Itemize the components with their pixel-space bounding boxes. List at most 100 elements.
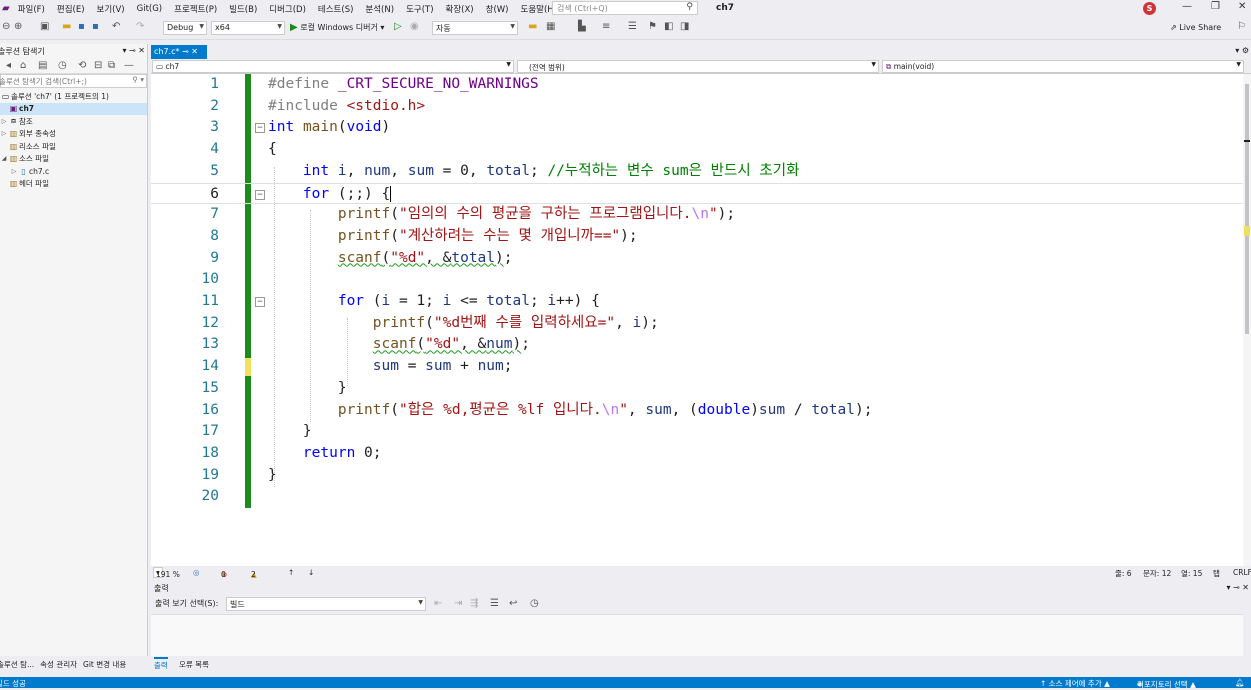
hot-reload-icon[interactable]: ◉ <box>410 21 419 32</box>
menu-project[interactable]: 프로젝트(P) <box>168 3 223 15</box>
switch-view-icon[interactable]: ▤ <box>38 60 47 71</box>
word-wrap-icon[interactable]: ↩ <box>509 598 517 609</box>
tab-overflow-icon[interactable]: ▾ ⚙ <box>1235 46 1249 55</box>
bookmark-prev-icon[interactable]: ◧ <box>664 21 673 32</box>
arrow-up-icon[interactable]: ↑ <box>288 568 294 577</box>
menu-view[interactable]: 보기(V) <box>91 3 131 15</box>
tree-file-ch7c[interactable]: ▷ ▯ ch7.c <box>0 165 147 178</box>
tab-error-list[interactable]: 오류 목록 <box>179 659 209 670</box>
menu-build[interactable]: 빌드(B) <box>223 3 263 15</box>
clear-all-icon[interactable]: ☰ <box>490 598 499 609</box>
menu-file[interactable]: 파일(F) <box>12 3 51 15</box>
nav-project-select[interactable]: ▭ ch7 ▼ <box>152 60 514 73</box>
close-icon[interactable]: ✕ <box>1238 1 1246 12</box>
undo-icon[interactable]: ↶ <box>112 21 120 32</box>
menu-edit[interactable]: 편집(E) <box>51 3 91 15</box>
tree-header-files[interactable]: ▥ 헤더 파일 <box>0 178 147 191</box>
properties-icon[interactable]: — <box>124 60 134 71</box>
add-to-source-control[interactable]: ↑ 소스 제어에 추가 ▲ <box>1040 678 1110 689</box>
clock-icon[interactable]: ◷ <box>530 598 539 609</box>
sync-icon[interactable]: ◷ <box>58 60 67 71</box>
back-icon[interactable]: ◂ <box>6 60 11 71</box>
menu-extensions[interactable]: 확장(X) <box>440 3 480 15</box>
tree-project[interactable]: ▣ ch7 <box>0 102 147 115</box>
bookmark-icon[interactable]: ⚑ <box>648 21 657 32</box>
output-content[interactable] <box>151 614 1243 656</box>
minimize-icon[interactable]: — <box>1182 1 1192 12</box>
start-without-debug-icon[interactable]: ▷ <box>394 21 402 32</box>
solution-search-input[interactable]: 솔루션 탐색기 검색(Ctrl+;) ⚲ ▾ <box>0 74 147 88</box>
forward-icon[interactable]: ⊕ <box>14 21 22 32</box>
maximize-icon[interactable]: ❐ <box>1211 1 1220 12</box>
output-source-select[interactable]: 빌드 ▼ <box>226 597 426 611</box>
close-icon[interactable]: ✕ <box>191 47 198 56</box>
tab-output[interactable]: 출력 <box>154 657 168 671</box>
menu-window[interactable]: 창(W) <box>480 3 515 15</box>
config-select[interactable]: Debug ▼ <box>163 21 207 35</box>
tab-solution-explorer[interactable]: 솔루션 탐... <box>0 659 37 670</box>
feedback-icon[interactable]: ⚐ <box>1237 21 1246 32</box>
zoom-select[interactable]: 191 % ▾ <box>153 567 180 579</box>
nav-member-value: main(void) <box>893 62 935 71</box>
nav-scope-select[interactable]: (전역 범위) ▼ <box>517 60 879 73</box>
menu-debug[interactable]: 디버그(D) <box>263 3 312 15</box>
line-code: for (;;) { <box>302 185 392 202</box>
save-icon[interactable]: ▪ <box>78 21 85 32</box>
line-ending[interactable]: CRLF <box>1233 568 1251 577</box>
collapse-icon[interactable]: − <box>255 297 265 307</box>
nav-member-select[interactable]: ⧉ main(void) ▼ <box>882 60 1244 73</box>
menu-test[interactable]: 테스트(S) <box>312 3 360 15</box>
arrow-down-icon[interactable]: ↓ <box>308 568 314 577</box>
editor-scrollbar[interactable] <box>1243 74 1251 566</box>
show-all-icon[interactable]: ⧉ <box>108 60 115 71</box>
next-message-icon[interactable]: ⇥ <box>454 598 462 609</box>
refresh-icon[interactable]: ⟲ <box>78 60 86 71</box>
collapse-icon[interactable]: ⊟ <box>94 60 102 71</box>
pin-icon[interactable]: ⊸ <box>182 47 189 56</box>
tab-ch7c[interactable]: ch7.c* ⊸ ✕ <box>151 45 207 59</box>
tree-source-files[interactable]: ◢ ▥ 소스 파일 <box>0 153 147 166</box>
prev-message-icon[interactable]: ⇤ <box>434 598 442 609</box>
auto-select[interactable]: 자동 ▼ <box>432 21 518 35</box>
tab-mode[interactable]: 탭 <box>1213 568 1220 579</box>
intellisense-icon[interactable]: ◎ <box>193 568 200 577</box>
bookmark-next-icon[interactable]: ◨ <box>680 21 689 32</box>
tab-git-changes[interactable]: Git 변경 내용 <box>80 659 129 670</box>
redo-icon[interactable]: ↷ <box>136 21 144 32</box>
menu-git[interactable]: Git(G) <box>131 4 169 14</box>
scrollbar-thumb[interactable] <box>1245 84 1249 334</box>
collapse-icon[interactable]: − <box>255 189 265 200</box>
solution-explorer: 솔루션 탐색기 ▾ ⊸ ✕ ◂ ⌂ ▤ ◷ ⟲ ⊟ ⧉ — 솔루션 탐색기 검색… <box>0 44 148 656</box>
tree-resource-files[interactable]: ▥ 리소스 파일 <box>0 140 147 153</box>
open-folder-icon[interactable]: ▬ <box>62 21 71 32</box>
layout-icon[interactable]: ▦ <box>546 21 555 32</box>
c-file-icon: ▯ <box>21 166 26 176</box>
notifications-icon[interactable]: 🔔︎ <box>1235 678 1245 687</box>
search-input[interactable]: 검색 (Ctrl+Q) ⚲ <box>552 1 698 15</box>
menu-tools[interactable]: 도구(T) <box>400 3 439 15</box>
folder-icon[interactable]: ▬ <box>528 21 537 32</box>
tree-solution[interactable]: ▭ 솔루션 'ch7' (1 프로젝트의 1) <box>0 90 147 103</box>
find-message-icon[interactable]: ⇶ <box>470 598 478 609</box>
line-code: sum = sum + num; <box>372 358 513 375</box>
panel-pin-icon[interactable]: ▾ ⊸ ✕ <box>1226 583 1249 592</box>
back-icon[interactable]: ⊖ <box>2 21 10 32</box>
live-share-button[interactable]: ⇗ Live Share <box>1170 23 1221 32</box>
save-all-icon[interactable]: ▪ <box>92 21 99 32</box>
new-project-icon[interactable]: ▣ <box>40 21 49 32</box>
run-debugger-button[interactable]: ▶ 로컬 Windows 디버거 ▾ <box>290 22 384 33</box>
collapse-icon[interactable]: − <box>255 123 265 134</box>
avatar[interactable]: S <box>1143 2 1156 15</box>
tab-property-manager[interactable]: 속성 관리자 <box>37 659 80 670</box>
comment-icon[interactable]: ☰ <box>628 21 637 32</box>
breakpoint-icon[interactable]: ▙ <box>578 21 586 32</box>
menu-analyze[interactable]: 분석(N) <box>359 3 400 15</box>
pin-icon[interactable]: ▾ ⊸ ✕ <box>122 46 145 56</box>
vs-logo-icon[interactable]: ▰ <box>0 3 12 14</box>
format-icon[interactable]: ≡ <box>602 21 610 32</box>
home-icon[interactable]: ⌂ <box>20 60 26 71</box>
tree-external-deps[interactable]: ▷ ▥ 외부 종속성 <box>0 128 147 141</box>
tree-references[interactable]: ▷ ⧈ 참조 <box>0 115 147 128</box>
platform-select[interactable]: x64 ▼ <box>211 21 285 35</box>
code-editor[interactable]: 1 #define _CRT_SECURE_NO_WARNINGS 2 #inclu… <box>151 74 1243 566</box>
